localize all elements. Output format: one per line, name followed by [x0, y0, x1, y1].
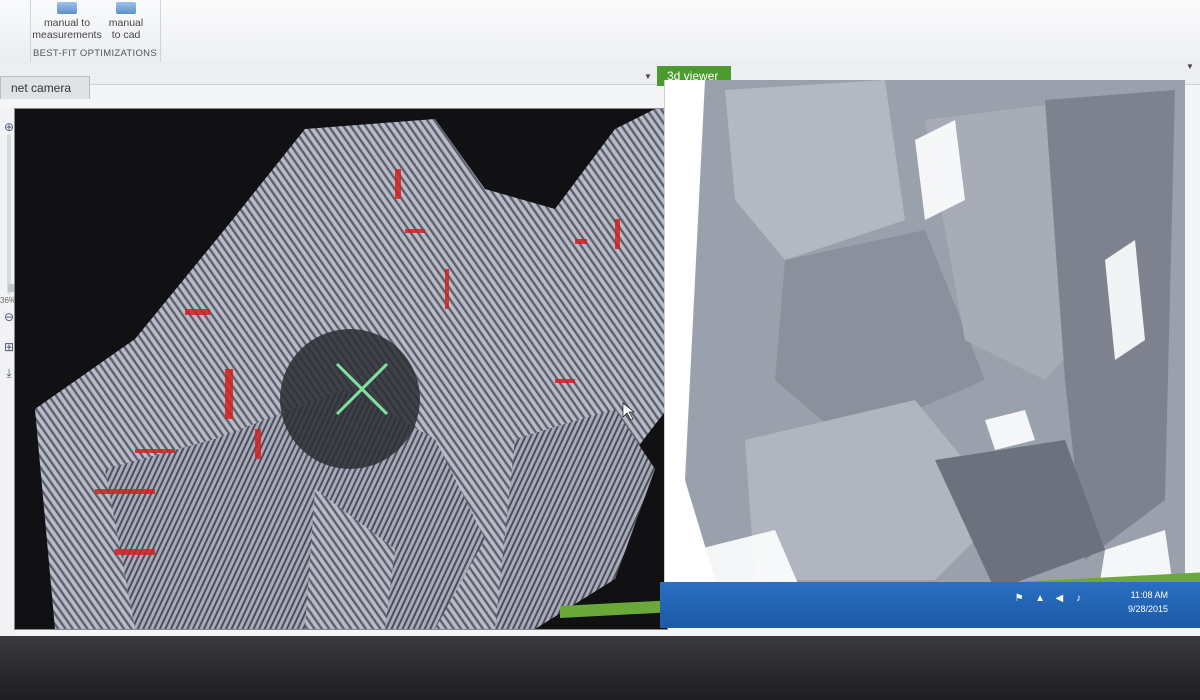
3d-viewer-viewport[interactable]	[664, 80, 1185, 612]
ribbon-group-label: BEST-FIT OPTIMIZATIONS	[33, 48, 157, 59]
camera-viewport[interactable]	[14, 108, 668, 630]
ribbon-group-partial: ment	[0, 0, 31, 62]
measurements-icon	[57, 2, 77, 14]
taskbar: ⚑ ▲ ◀ ♪ 11:08 AM 9/28/2015	[660, 582, 1200, 628]
btn-label-1: manual to	[43, 17, 91, 29]
manual-to-cad-button[interactable]: manual to cad	[96, 2, 156, 41]
cad-icon	[116, 2, 136, 14]
btn-label-2: measurements	[32, 29, 102, 41]
monitor-bezel	[0, 636, 1200, 700]
volume-icon[interactable]: ♪	[1076, 593, 1088, 605]
partial-label: ment	[0, 34, 22, 46]
clock-time: 11:08 AM	[1130, 590, 1168, 600]
left-dropdown-icon[interactable]: ▼	[644, 72, 652, 81]
system-tray: ⚑ ▲ ◀ ♪	[1013, 590, 1090, 620]
ribbon-group-best-fit: manual to measurements manual to cad BES…	[30, 0, 161, 62]
tab-net-camera[interactable]: net camera	[0, 76, 90, 99]
network-icon[interactable]: ▲	[1035, 593, 1047, 605]
windows-flag-icon[interactable]: ⚑	[1015, 593, 1027, 605]
clock[interactable]: 11:08 AM 9/28/2015	[1128, 588, 1168, 616]
btn-label-2: to cad	[111, 29, 141, 41]
screen: ment manual to measurements manual to ca…	[0, 0, 1200, 700]
right-dropdown-icon[interactable]: ▼	[1186, 62, 1194, 71]
camera-image	[15, 109, 667, 629]
ribbon: ment manual to measurements manual to ca…	[0, 0, 1200, 65]
zoom-slider[interactable]	[7, 134, 20, 294]
btn-label-1: manual	[108, 17, 144, 29]
manual-to-measurements-button[interactable]: manual to measurements	[32, 2, 102, 41]
speaker-icon[interactable]: ◀	[1056, 593, 1068, 605]
ribbon-empty-area	[162, 0, 1200, 62]
clock-date: 9/28/2015	[1127, 604, 1168, 614]
3d-render	[665, 80, 1185, 612]
left-panel-bar	[0, 64, 656, 85]
